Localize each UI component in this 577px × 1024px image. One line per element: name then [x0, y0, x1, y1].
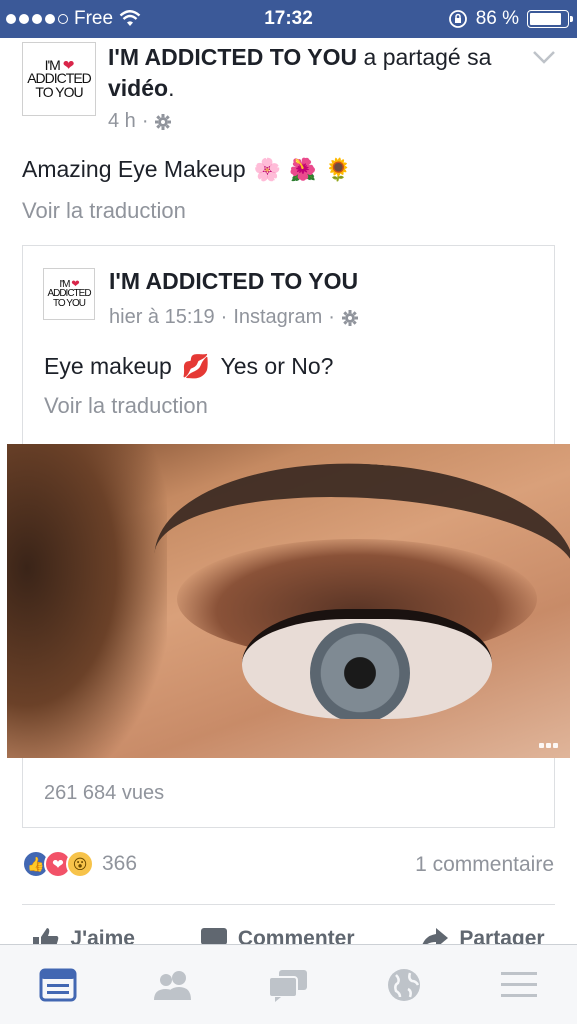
shared-post-meta: hier à 15:19 · Instagram · [109, 306, 359, 329]
shared-timestamp[interactable]: hier à 15:19 [109, 306, 215, 329]
orientation-lock-icon [448, 10, 467, 28]
shared-caption: Eye makeup 💋 Yes or No? [44, 353, 334, 379]
tab-bar [0, 944, 577, 1024]
battery-percent: 86 % [475, 8, 519, 29]
author-link[interactable]: I'M ADDICTED TO YOU [108, 44, 357, 70]
kiss-lips-icon: 💋 [181, 353, 211, 379]
chevron-down-icon[interactable] [530, 46, 558, 68]
tab-menu[interactable] [489, 955, 549, 1015]
tab-notifications[interactable] [374, 955, 434, 1015]
comment-count-link[interactable]: 1 commentaire [415, 853, 554, 877]
shared-source: Instagram [233, 306, 323, 328]
tab-news-feed[interactable] [28, 955, 88, 1015]
video-player[interactable] [7, 444, 570, 758]
cherry-blossom-icon: 🌸 [253, 156, 282, 182]
battery-icon [527, 10, 573, 28]
messages-icon [268, 969, 308, 1002]
hibiscus-icon: 🌺 [289, 156, 317, 182]
sunflower-icon: 🌻 [324, 156, 352, 182]
feed-post: I'M ❤ ADDICTED TO YOU I'M ADDICTED TO YO… [0, 38, 577, 951]
tab-friends[interactable] [143, 955, 203, 1015]
post-header: I'M ADDICTED TO YOU a partagé sa vidéo. [108, 44, 492, 101]
battery-level [530, 13, 561, 25]
view-count: 261 684 vues [44, 782, 165, 804]
gear-icon [341, 309, 358, 326]
shared-author-link[interactable]: I'M ADDICTED TO YOU [109, 268, 358, 295]
gear-icon [155, 113, 172, 130]
see-translation-link[interactable]: Voir la traduction [22, 198, 186, 224]
reactions-summary[interactable]: 👍 ❤ 😮 366 [22, 850, 137, 878]
wow-reaction-icon: 😮 [66, 850, 94, 878]
shared-page-avatar[interactable]: I'M ❤ ADDICTED TO YOU [43, 268, 95, 320]
page-avatar[interactable]: I'M ❤ ADDICTED TO YOU [22, 42, 96, 116]
tab-messages[interactable] [258, 955, 318, 1015]
video-link[interactable]: vidéo [108, 75, 168, 101]
hamburger-menu-icon [501, 971, 538, 997]
globe-icon [387, 968, 420, 1001]
news-feed-icon [39, 968, 77, 1001]
video-loading-icon [539, 743, 558, 748]
divider [22, 904, 555, 905]
post-caption: Amazing Eye Makeup 🌸 🌺 🌻 [22, 156, 352, 182]
shared-see-translation-link[interactable]: Voir la traduction [44, 393, 208, 419]
eye-image [242, 609, 492, 719]
timestamp[interactable]: 4 h [108, 110, 136, 133]
status-bar: Free 17:32 86 % [0, 0, 577, 38]
post-meta: 4 h · [108, 110, 172, 133]
friends-icon [154, 970, 192, 1000]
reaction-count: 366 [102, 852, 138, 875]
